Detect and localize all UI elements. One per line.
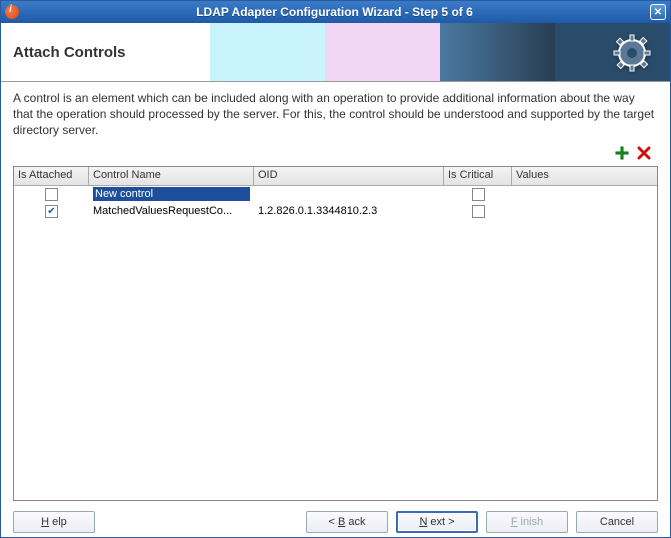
is-critical-checkbox[interactable]	[472, 205, 485, 218]
page-title: Attach Controls	[13, 44, 126, 61]
header-oid[interactable]: OID	[254, 167, 444, 185]
control-name-cell[interactable]: New control	[89, 187, 254, 201]
window-title: LDAP Adapter Configuration Wizard - Step…	[27, 5, 642, 19]
is-critical-checkbox[interactable]	[472, 188, 485, 201]
table-row[interactable]: ✔ MatchedValuesRequestCo...1.2.826.0.1.33…	[14, 203, 657, 220]
help-button[interactable]: Help	[13, 511, 95, 533]
control-name-cell[interactable]: MatchedValuesRequestCo...	[89, 205, 254, 217]
app-icon	[5, 5, 19, 19]
gear-icon	[612, 33, 652, 76]
oid-cell[interactable]: 1.2.826.0.1.3344810.2.3	[254, 205, 444, 217]
finish-button: Finish	[486, 511, 568, 533]
banner-background	[210, 23, 670, 81]
controls-table: Is Attached Control Name OID Is Critical…	[13, 166, 658, 501]
is-attached-checkbox[interactable]	[45, 188, 58, 201]
next-button[interactable]: Next >	[396, 511, 478, 533]
table-row[interactable]: New control	[14, 186, 657, 203]
add-icon[interactable]	[614, 145, 630, 164]
header-is-attached[interactable]: Is Attached	[14, 167, 89, 185]
table-header: Is Attached Control Name OID Is Critical…	[14, 167, 657, 186]
remove-icon[interactable]	[636, 145, 652, 164]
description-text: A control is an element which can be inc…	[1, 82, 670, 145]
back-button[interactable]: < Back	[306, 511, 388, 533]
is-attached-checkbox[interactable]: ✔	[45, 205, 58, 218]
header-control-name[interactable]: Control Name	[89, 167, 254, 185]
cancel-label: Cancel	[600, 516, 634, 528]
close-icon[interactable]: ✕	[650, 4, 666, 20]
header-values[interactable]: Values	[512, 167, 657, 185]
header-is-critical[interactable]: Is Critical	[444, 167, 512, 185]
cancel-button[interactable]: Cancel	[576, 511, 658, 533]
